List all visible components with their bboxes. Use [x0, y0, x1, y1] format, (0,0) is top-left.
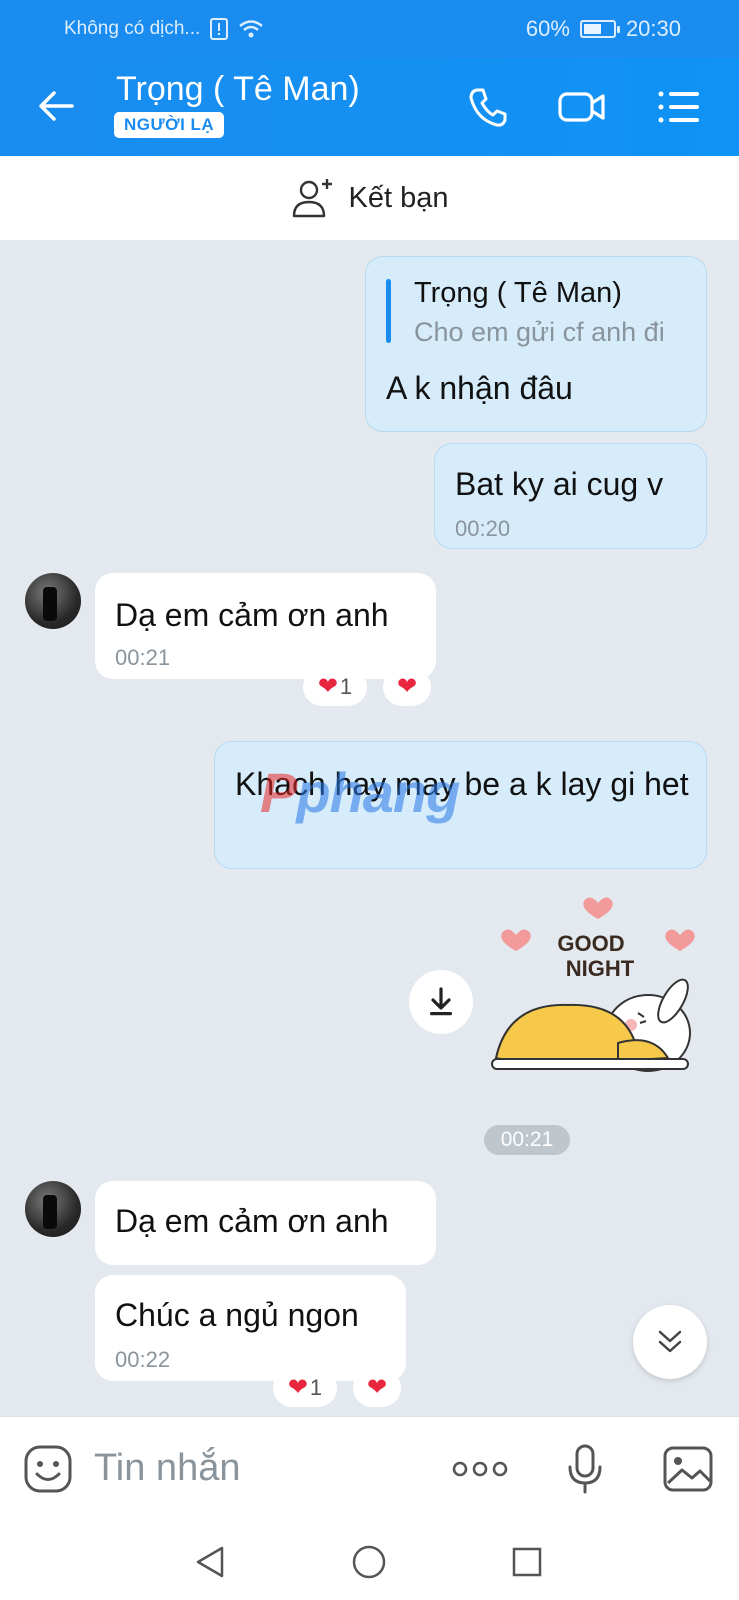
message-bubble-received[interactable]: Dạ em cảm ơn anh 00:21 [95, 573, 436, 679]
nav-recents-button[interactable] [503, 1538, 551, 1586]
status-bar: Không có dịch... 60% 20:30 [0, 0, 739, 58]
svg-text:GOOD: GOOD [557, 931, 624, 956]
heart-icon: ❤ [287, 1374, 308, 1401]
scroll-down-button[interactable] [633, 1305, 707, 1379]
add-friend-label: Kết bạn [348, 181, 449, 214]
message-text: Chúc a ngủ ngon [115, 1297, 359, 1333]
message-text: A k nhận đâu [386, 370, 573, 406]
carrier-text: Không có dịch... [64, 18, 201, 39]
heart-icon: ❤ [317, 673, 338, 700]
quote-text: Cho em gửi cf anh đi [414, 317, 665, 347]
sticker-image: GOOD NIGHT [491, 897, 695, 1072]
microphone-button[interactable] [557, 1441, 613, 1497]
emoji-icon [24, 1445, 72, 1493]
reaction-summary[interactable]: ❤ 1 [273, 1369, 337, 1407]
avatar[interactable] [25, 1181, 81, 1237]
battery-percent: 60% [525, 16, 570, 41]
add-friend-button[interactable]: Kết bạn [0, 156, 739, 240]
message-time: 00:20 [455, 516, 511, 541]
download-icon [430, 987, 452, 1016]
quote-author: Trọng ( Tê Man) [414, 277, 622, 309]
wifi-icon [239, 20, 264, 38]
avatar[interactable] [25, 573, 81, 629]
heart-icon: ❤ [396, 673, 418, 700]
reaction-count: 1 [309, 1375, 323, 1400]
nav-home-button[interactable] [345, 1538, 393, 1586]
quote-bar [386, 279, 391, 343]
nav-home-icon [352, 1545, 386, 1579]
heart-icon: ❤ [366, 1374, 388, 1401]
message-text: Dạ em cảm ơn anh [115, 1203, 389, 1239]
good-night-sticker[interactable]: GOOD NIGHT [488, 893, 708, 1093]
react-button[interactable]: ❤ [353, 1369, 401, 1407]
nav-back-button[interactable] [186, 1538, 234, 1586]
more-icon [452, 1461, 508, 1477]
nav-back-icon [196, 1546, 224, 1578]
alert-sim-icon [210, 18, 229, 40]
download-button[interactable] [409, 970, 473, 1034]
microphone-icon [568, 1444, 602, 1494]
contact-name[interactable]: Trọng ( Tê Man) [116, 70, 360, 109]
reaction-count: 1 [339, 674, 353, 699]
message-bubble-sent[interactable]: Khach hay may be a k lay gi het [214, 741, 707, 869]
message-bubble-received[interactable]: Dạ em cảm ơn anh [95, 1181, 436, 1265]
reaction-summary[interactable]: ❤ 1 [303, 668, 367, 706]
scroll-down-icon [658, 1330, 682, 1353]
battery-fill [583, 24, 601, 34]
system-nav-bar [0, 1524, 739, 1600]
message-bubble-received[interactable]: Chúc a ngủ ngon 00:22 [95, 1275, 406, 1381]
message-bubble-sent[interactable]: Trọng ( Tê Man) Cho em gửi cf anh đi A k… [365, 256, 707, 432]
message-time: 00:21 [115, 645, 171, 670]
message-time: 00:22 [115, 1347, 171, 1372]
stranger-badge: NGƯỜI LẠ [114, 112, 225, 138]
chat-header: Trọng ( Tê Man) NGƯỜI LẠ [0, 58, 739, 156]
message-text: Bat ky ai cug v [455, 466, 664, 502]
sticker-time-chip: 00:21 [484, 1125, 570, 1155]
menu-icon[interactable] [656, 82, 706, 132]
phone-icon[interactable] [463, 82, 513, 132]
image-icon [663, 1446, 713, 1492]
image-button[interactable] [660, 1441, 716, 1497]
more-button[interactable] [452, 1441, 508, 1497]
back-arrow-icon[interactable] [36, 86, 76, 126]
emoji-button[interactable] [20, 1441, 76, 1497]
video-call-icon[interactable] [557, 82, 607, 132]
message-input[interactable]: Tin nhắn [94, 1447, 240, 1490]
add-friend-icon [292, 179, 332, 218]
message-input-bar: Tin nhắn [0, 1416, 739, 1524]
message-text: Khach hay may be a k lay gi het [235, 766, 689, 802]
svg-text:NIGHT: NIGHT [566, 956, 635, 981]
nav-recents-icon [512, 1547, 542, 1577]
message-text: Dạ em cảm ơn anh [115, 597, 389, 633]
react-button[interactable]: ❤ [383, 668, 431, 706]
battery-icon [579, 20, 620, 38]
clock: 20:30 [625, 16, 681, 41]
message-bubble-sent[interactable]: Bat ky ai cug v 00:20 [434, 443, 707, 549]
